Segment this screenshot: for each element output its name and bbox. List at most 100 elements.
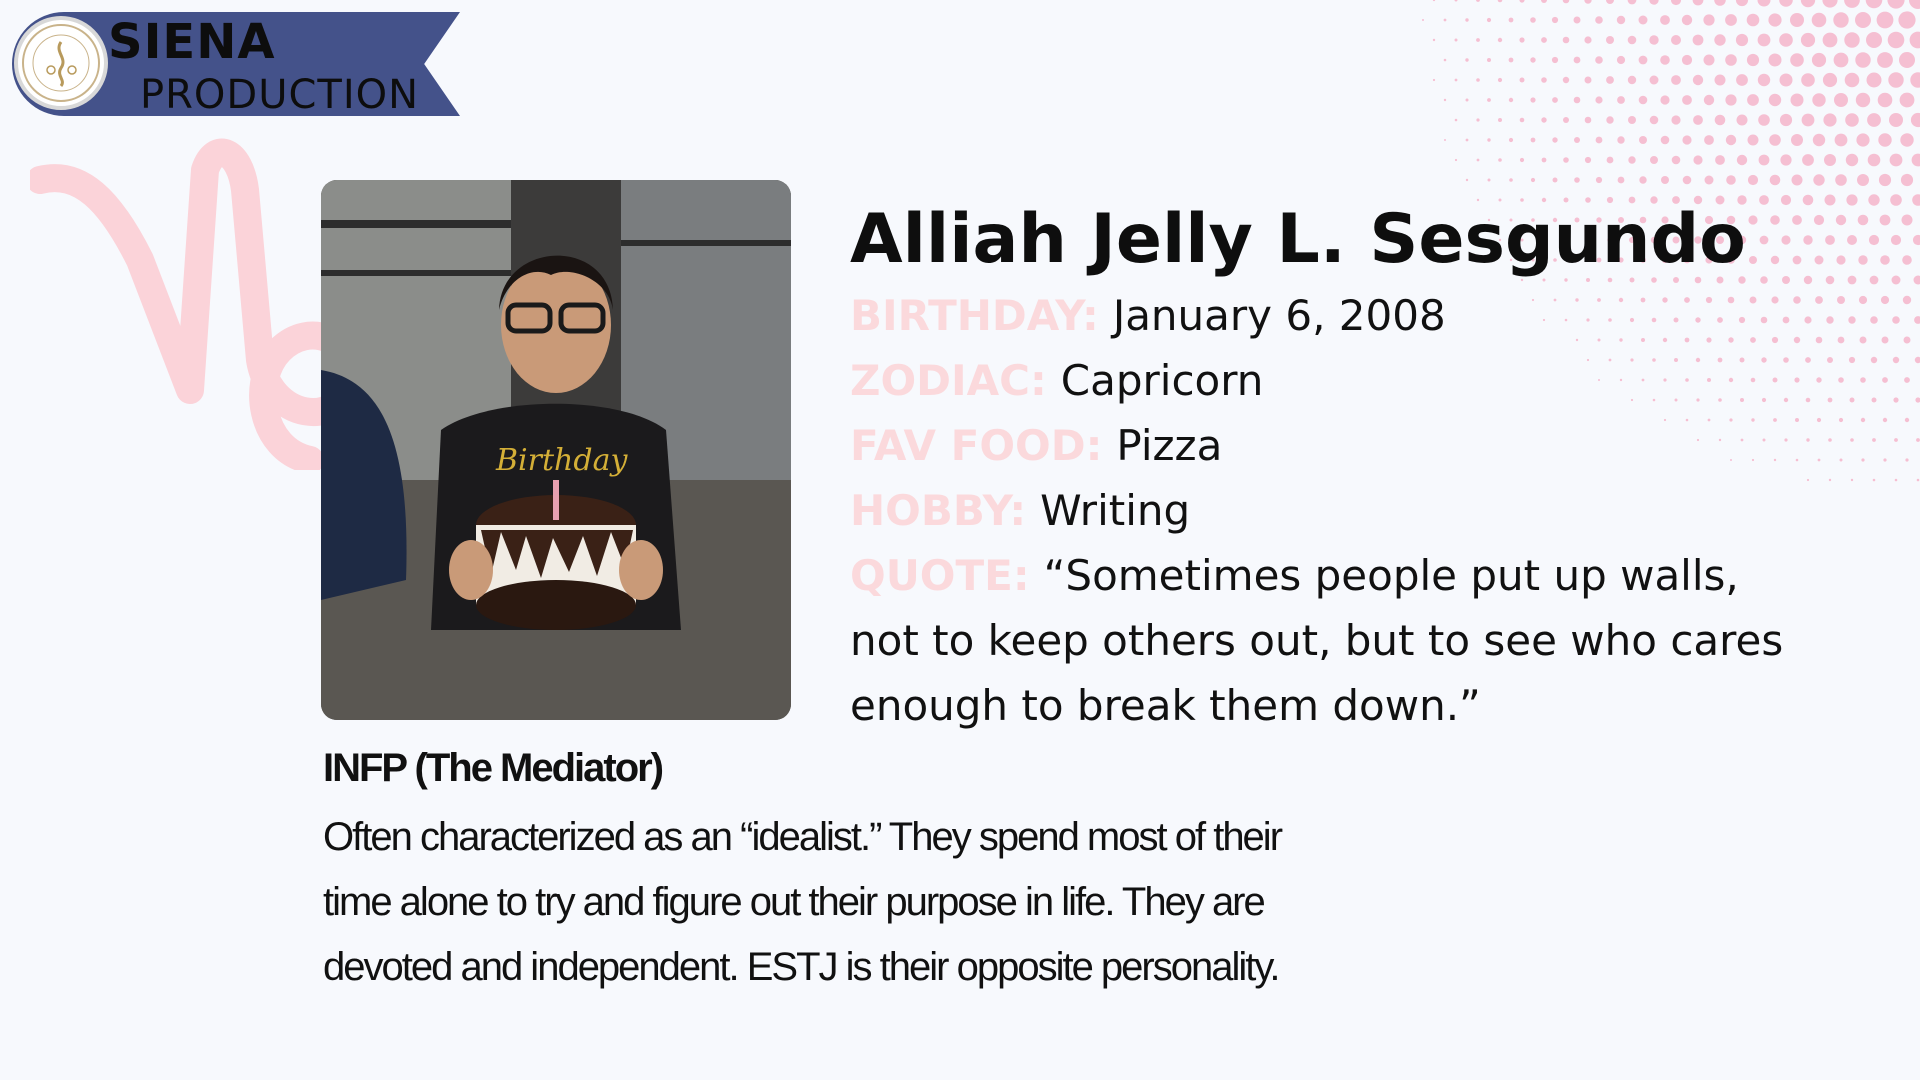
decorative-dot — [1660, 15, 1670, 25]
decorative-dot — [1725, 14, 1737, 26]
decorative-dot — [1606, 36, 1614, 44]
decorative-dot — [1562, 0, 1570, 4]
decorative-dot — [1836, 255, 1846, 265]
decorative-dot — [1856, 133, 1870, 147]
decorative-dot — [1703, 14, 1715, 26]
decorative-dot — [1606, 156, 1614, 164]
decorative-dot — [1887, 31, 1905, 49]
decorative-dot — [1639, 136, 1647, 144]
decorative-dot — [1487, 98, 1491, 102]
decorative-dot — [1876, 11, 1894, 29]
decorative-dot — [1866, 32, 1882, 48]
decorative-dot — [1638, 55, 1648, 65]
decorative-dot — [1890, 234, 1902, 246]
decorative-dot — [1914, 316, 1920, 324]
decorative-dot — [1616, 55, 1626, 65]
decorative-dot — [1498, 158, 1502, 162]
decorative-dot — [1758, 114, 1770, 126]
decorative-dot — [1660, 135, 1670, 145]
decorative-dot — [1827, 357, 1833, 363]
decorative-dot — [1878, 133, 1892, 147]
decorative-dot — [1714, 114, 1726, 126]
decorative-dot — [1779, 73, 1793, 87]
decorative-dot — [1541, 0, 1547, 3]
decorative-dot — [1726, 175, 1736, 185]
decorative-dot — [1792, 255, 1802, 265]
decorative-dot — [1804, 316, 1812, 324]
decorative-dot — [1860, 377, 1866, 383]
decorative-dot — [1725, 54, 1737, 66]
decorative-dot — [1844, 72, 1860, 88]
decorative-dot — [1824, 154, 1836, 166]
decorative-dot — [1595, 176, 1603, 184]
decorative-dot — [1868, 234, 1880, 246]
decorative-dot — [1892, 356, 1900, 364]
personality-description: Often characterized as an “idealist.” Th… — [323, 815, 1283, 989]
decorative-dot — [1519, 77, 1525, 83]
decorative-dot — [1903, 336, 1911, 344]
decorative-dot — [1802, 154, 1814, 166]
decorative-dot — [1714, 0, 1726, 6]
decorative-dot — [1838, 377, 1844, 383]
fav-food-row: FAV FOOD: Pizza — [850, 413, 1800, 478]
decorative-dot — [1671, 75, 1681, 85]
decorative-dot — [1900, 173, 1914, 187]
decorative-dot — [1859, 336, 1867, 344]
decorative-dot — [1715, 155, 1725, 165]
profile-name: Alliah Jelly L. Sesgundo — [850, 200, 1746, 279]
decorative-dot — [1835, 174, 1847, 186]
decorative-dot — [1849, 397, 1855, 403]
decorative-dot — [1780, 194, 1792, 206]
decorative-dot — [1551, 56, 1559, 64]
decorative-dot — [1814, 255, 1824, 265]
decorative-dot — [1757, 73, 1771, 87]
decorative-dot — [1552, 97, 1558, 103]
decorative-dot — [1595, 96, 1603, 104]
decorative-dot — [1790, 53, 1804, 67]
decorative-dot — [1839, 458, 1843, 462]
decorative-dot — [1857, 214, 1869, 226]
decorative-dot — [1855, 12, 1871, 28]
decorative-dot — [1681, 54, 1693, 66]
decorative-dot — [1671, 155, 1681, 165]
decorative-dot — [1487, 138, 1491, 142]
decorative-dot — [1833, 12, 1849, 28]
decorative-dot — [1894, 478, 1898, 482]
decorative-dot — [1904, 417, 1910, 423]
brand-subtitle: PRODUCTION — [140, 72, 420, 118]
decorative-dot — [1454, 118, 1458, 122]
decorative-dot — [1714, 34, 1726, 46]
decorative-dot — [1747, 134, 1759, 146]
decorative-dot — [1893, 397, 1899, 403]
decorative-dot — [1574, 177, 1580, 183]
decorative-dot — [1693, 155, 1703, 165]
decorative-dot — [1465, 138, 1469, 142]
decorative-dot — [1606, 76, 1614, 84]
decorative-dot — [1660, 55, 1670, 65]
decorative-dot — [1806, 478, 1810, 482]
decorative-dot — [1638, 95, 1648, 105]
decorative-dot — [1465, 58, 1469, 62]
decorative-dot — [1628, 116, 1636, 124]
decorative-dot — [1649, 115, 1659, 125]
decorative-dot — [1902, 295, 1912, 305]
decorative-dot — [1735, 33, 1749, 47]
decorative-dot — [1850, 478, 1854, 482]
decorative-dot — [1649, 0, 1659, 5]
decorative-dot — [1649, 75, 1659, 85]
decorative-dot — [1811, 12, 1827, 28]
decorative-dot — [1891, 275, 1901, 285]
decorative-dot — [1562, 76, 1570, 84]
school-seal-icon — [14, 16, 108, 110]
decorative-dot — [1877, 52, 1893, 68]
decorative-dot — [1827, 397, 1833, 403]
decorative-dot — [1816, 377, 1822, 383]
decorative-dot — [1584, 156, 1592, 164]
decorative-dot — [1476, 158, 1480, 162]
decorative-dot — [1882, 377, 1888, 383]
decorative-dot — [1833, 52, 1849, 68]
decorative-dot — [1735, 0, 1749, 7]
decorative-dot — [1432, 0, 1436, 2]
decorative-dot — [1519, 0, 1525, 3]
personality-title: INFP (The Mediator) — [323, 746, 664, 790]
